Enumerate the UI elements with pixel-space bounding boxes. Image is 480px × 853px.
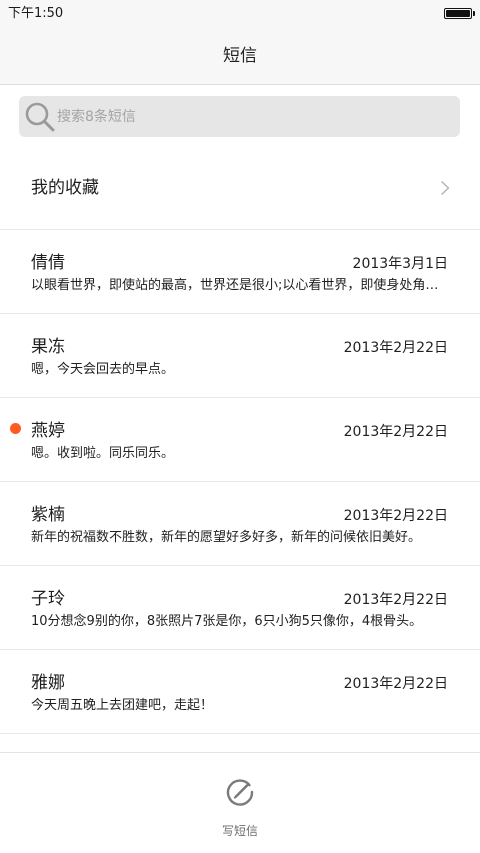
message-preview: 以眼看世界，即使站的最高，世界还是很小;以心看世界，即使身处角落，世界也会很大。 <box>31 278 449 293</box>
search-icon <box>25 102 55 132</box>
chevron-right-icon <box>441 180 450 196</box>
contact-name: 果冻 <box>31 337 65 357</box>
status-bar: 下午1:50 <box>0 0 480 28</box>
contact-name: 燕婷 <box>31 421 65 441</box>
bottom-bar: 写短信 <box>0 752 480 853</box>
title-bar: 短信 <box>0 28 480 85</box>
message-row[interactable]: 雅娜 2013年2月22日 今天周五晚上去团建吧，走起！ <box>0 650 480 734</box>
message-row[interactable]: 果冻 2013年2月22日 嗯，今天会回去的早点。 <box>0 314 480 398</box>
message-row[interactable]: 燕婷 2013年2月22日 嗯。收到啦。同乐同乐。 <box>0 398 480 482</box>
message-row[interactable]: 倩倩 2013年3月1日 以眼看世界，即使站的最高，世界还是很小;以心看世界，即… <box>0 230 480 314</box>
contact-name: 雅娜 <box>31 673 65 693</box>
message-preview: 今天周五晚上去团建吧，走起！ <box>31 698 214 713</box>
battery-cap <box>473 11 475 16</box>
search-input[interactable] <box>57 96 447 137</box>
contact-name: 倩倩 <box>31 253 65 273</box>
contact-name: 子玲 <box>31 589 65 609</box>
battery-icon <box>444 8 472 19</box>
message-date: 2013年2月22日 <box>343 424 448 440</box>
compose-label: 写短信 <box>221 824 258 838</box>
message-row[interactable]: 紫楠 2013年2月22日 新年的祝福数不胜数，新年的愿望好多好多，新年的问候依… <box>0 482 480 566</box>
unread-dot-icon <box>10 423 21 434</box>
favorites-row[interactable]: 我的收藏 <box>0 146 480 230</box>
favorites-label: 我的收藏 <box>31 178 99 198</box>
message-preview: 嗯。收到啦。同乐同乐。 <box>31 446 175 461</box>
battery-level <box>446 10 470 17</box>
search-box[interactable] <box>19 96 460 137</box>
message-preview: 新年的祝福数不胜数，新年的愿望好多好多，新年的问候依旧美好。 <box>31 530 422 545</box>
contact-name: 紫楠 <box>31 505 65 525</box>
message-date: 2013年2月22日 <box>343 676 448 692</box>
message-list: 倩倩 2013年3月1日 以眼看世界，即使站的最高，世界还是很小;以心看世界，即… <box>0 230 480 734</box>
status-time: 下午1:50 <box>8 6 64 21</box>
compose-icon <box>226 779 254 806</box>
message-preview: 嗯，今天会回去的早点。 <box>31 362 175 377</box>
message-row[interactable]: 子玲 2013年2月22日 10分想念9别的你，8张照片7张是你，6只小狗5只像… <box>0 566 480 650</box>
message-date: 2013年3月1日 <box>352 256 448 272</box>
message-preview: 10分想念9别的你，8张照片7张是你，6只小狗5只像你，4根骨头。 <box>31 614 423 629</box>
message-date: 2013年2月22日 <box>343 508 448 524</box>
message-date: 2013年2月22日 <box>343 340 448 356</box>
message-date: 2013年2月22日 <box>343 592 448 608</box>
compose-button[interactable]: 写短信 <box>190 769 290 841</box>
page-title: 短信 <box>223 46 257 66</box>
